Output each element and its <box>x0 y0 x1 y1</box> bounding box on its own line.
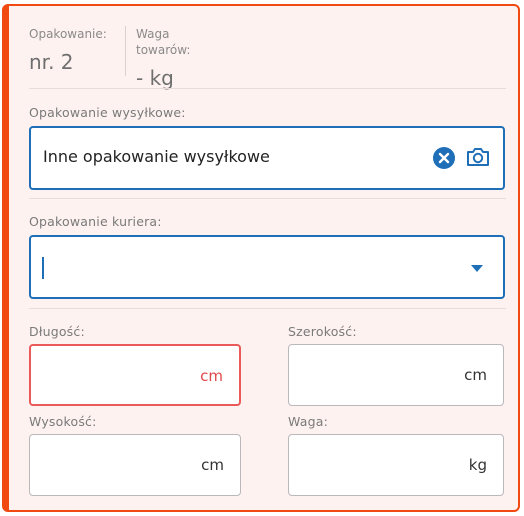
chevron-down-icon[interactable] <box>471 265 483 272</box>
length-unit: cm <box>200 367 223 385</box>
height-label: Wysokość: <box>29 414 97 429</box>
width-input[interactable]: cm <box>288 344 504 406</box>
text-caret <box>42 257 44 279</box>
package-card: Opakowanie: nr. 2 Waga towarów: - kg Opa… <box>2 4 520 512</box>
packaging-summary: Opakowanie: nr. 2 <box>29 26 107 74</box>
length-input[interactable]: cm <box>29 344 241 406</box>
divider <box>29 308 506 309</box>
width-unit: cm <box>464 366 487 384</box>
height-unit: cm <box>201 456 224 474</box>
camera-icon[interactable] <box>465 146 491 168</box>
packaging-summary-value: nr. 2 <box>29 50 74 74</box>
weight-summary-label: Waga towarów: <box>136 27 191 57</box>
length-label: Długość: <box>29 324 85 339</box>
weight-input[interactable]: kg <box>288 434 504 496</box>
weight-label: Waga: <box>288 414 329 429</box>
courier-packaging-label: Opakowanie kuriera: <box>29 214 162 229</box>
shipping-packaging-label: Opakowanie wysyłkowe: <box>29 105 186 120</box>
clear-icon[interactable] <box>433 147 455 169</box>
courier-packaging-select[interactable] <box>29 235 505 299</box>
shipping-packaging-value: Inne opakowanie wysyłkowe <box>43 147 270 166</box>
weight-summary-value: - kg <box>136 66 174 90</box>
divider <box>29 198 506 199</box>
weight-summary: Waga towarów: - kg <box>125 26 191 90</box>
packaging-summary-label: Opakowanie: <box>29 27 107 41</box>
weight-unit: kg <box>468 456 487 474</box>
shipping-packaging-field[interactable]: Inne opakowanie wysyłkowe <box>29 126 505 190</box>
height-input[interactable]: cm <box>29 434 241 496</box>
divider <box>29 88 506 89</box>
width-label: Szerokość: <box>288 324 357 339</box>
